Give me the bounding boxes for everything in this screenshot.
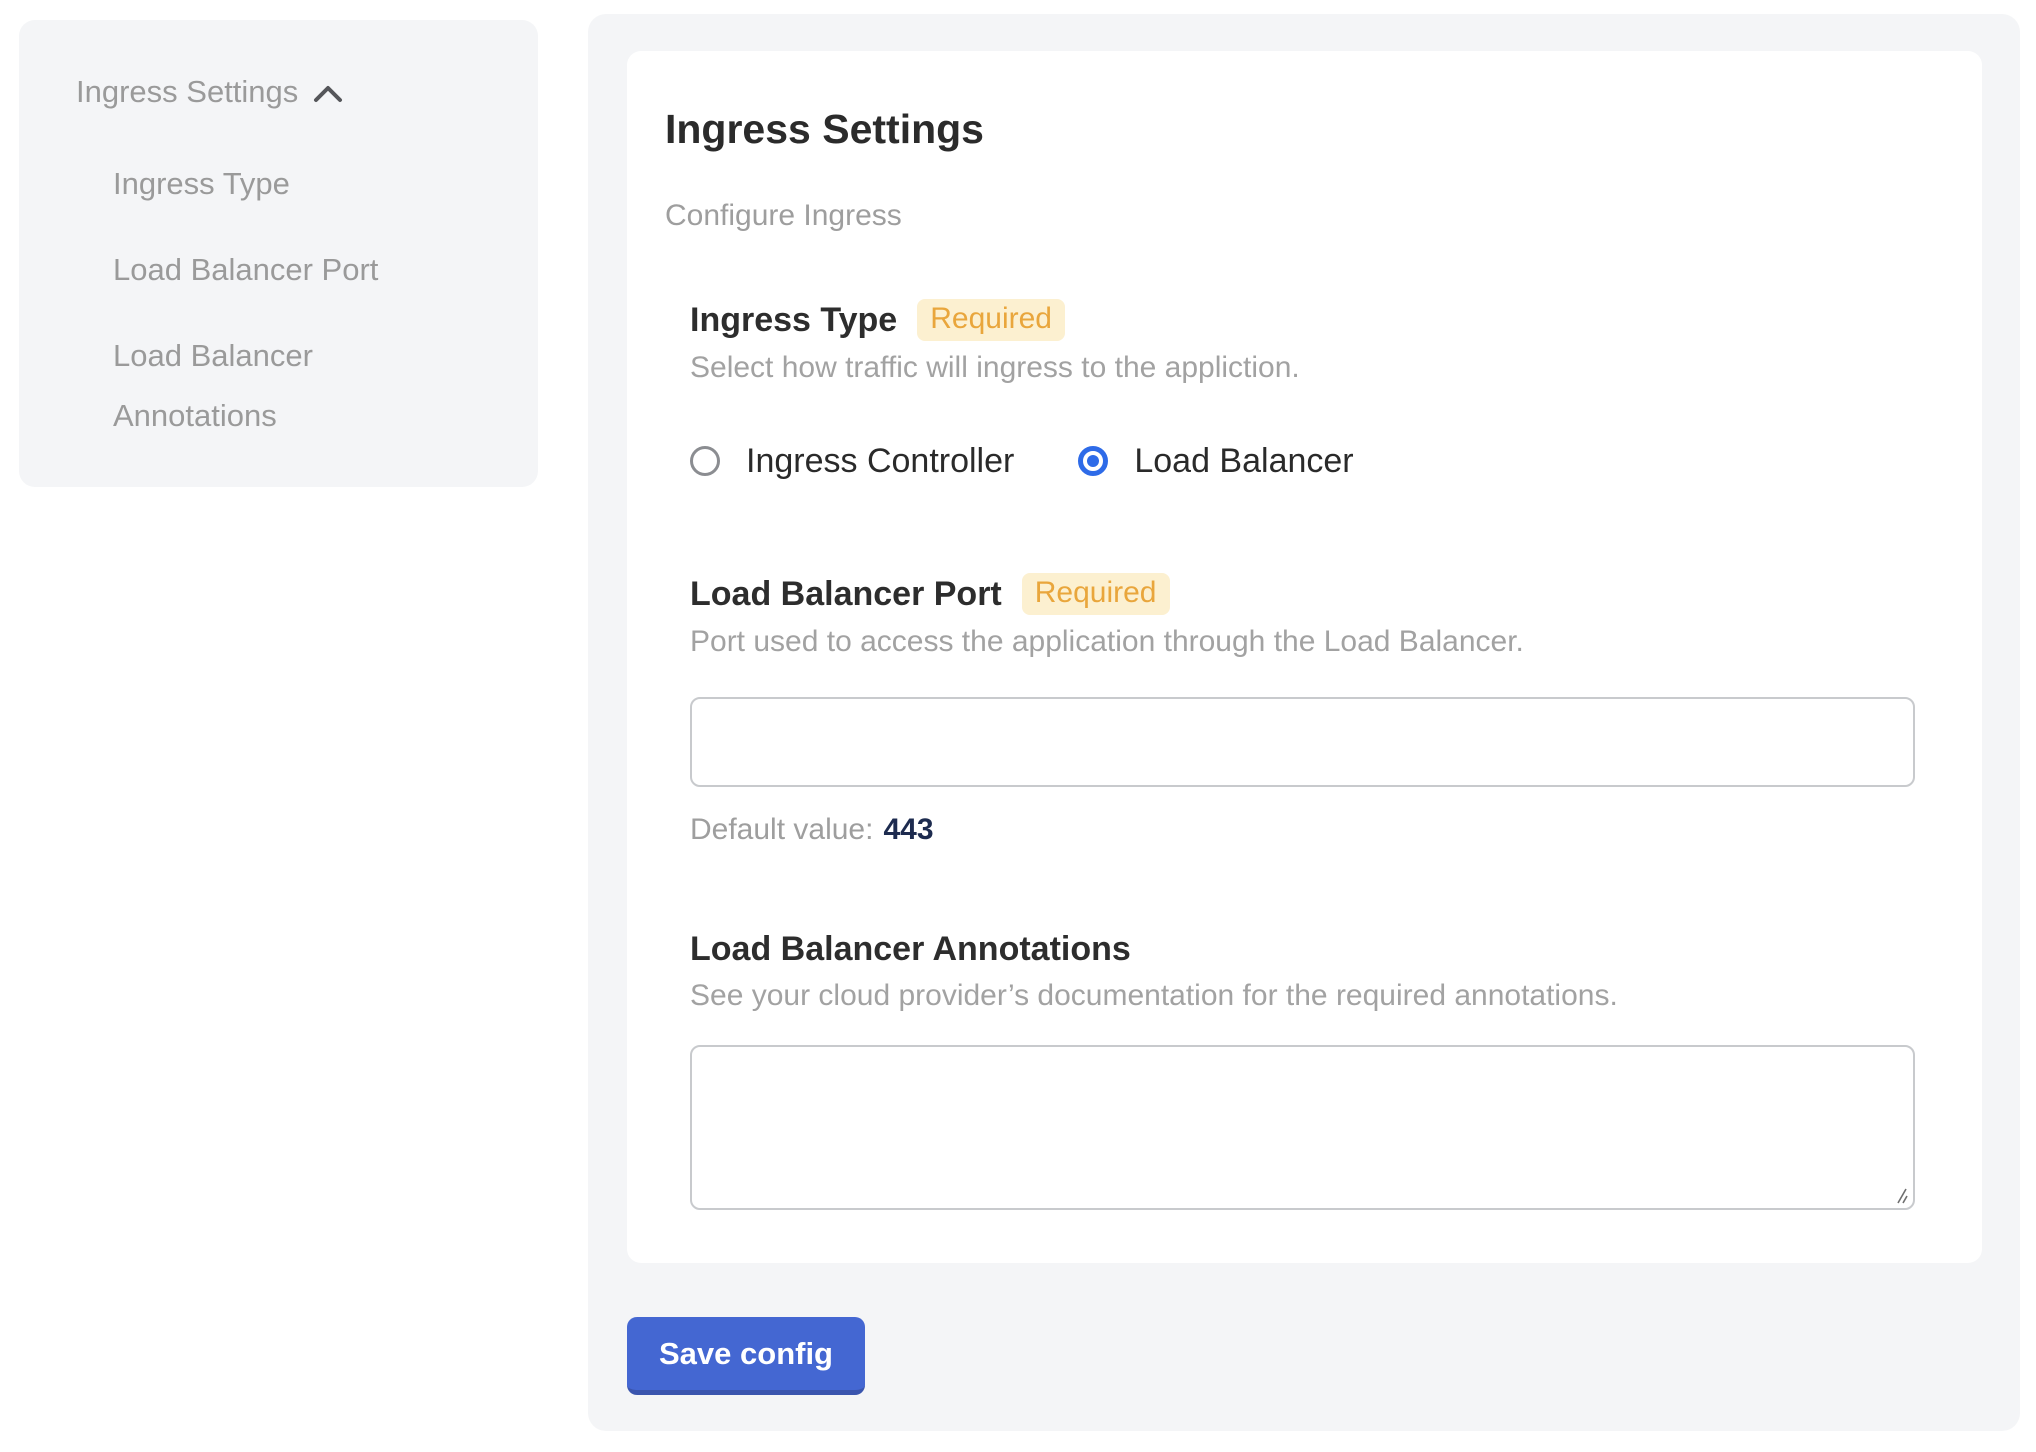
load-balancer-annotations-label-row: Load Balancer Annotations — [690, 929, 1922, 969]
radio-ingress-controller-label: Ingress Controller — [746, 441, 1014, 481]
sidebar-item-load-balancer-port[interactable]: Load Balancer Port — [113, 240, 453, 300]
sidebar-section-toggle[interactable]: Ingress Settings — [76, 72, 508, 112]
section-ingress-type: Ingress Type Required Select how traffic… — [690, 299, 1922, 481]
ingress-settings-card: Ingress Settings Configure Ingress Ingre… — [627, 51, 1982, 1263]
save-config-button[interactable]: Save config — [627, 1317, 865, 1395]
resize-handle-icon[interactable] — [1890, 1185, 1910, 1205]
required-badge: Required — [917, 299, 1065, 341]
ingress-type-description: Select how traffic will ingress to the a… — [690, 349, 1922, 387]
settings-nav-sidebar: Ingress Settings Ingress Type Load Balan… — [19, 20, 538, 487]
settings-main-panel: Ingress Settings Configure Ingress Ingre… — [588, 14, 2020, 1431]
sidebar-item-list: Ingress Type Load Balancer Port Load Bal… — [76, 154, 508, 446]
load-balancer-port-input[interactable] — [690, 697, 1915, 787]
sidebar-section-title: Ingress Settings — [76, 72, 298, 112]
page-title: Ingress Settings — [665, 105, 1922, 153]
sidebar-item-ingress-type[interactable]: Ingress Type — [113, 154, 453, 214]
load-balancer-port-description: Port used to access the application thro… — [690, 623, 1922, 661]
form-sections: Ingress Type Required Select how traffic… — [690, 299, 1922, 1210]
load-balancer-annotations-description: See your cloud provider’s documentation … — [690, 977, 1922, 1015]
section-load-balancer-port: Load Balancer Port Required Port used to… — [690, 573, 1922, 849]
ingress-type-label: Ingress Type — [690, 300, 897, 340]
chevron-up-icon — [313, 85, 343, 103]
load-balancer-port-label: Load Balancer Port — [690, 574, 1002, 614]
sidebar-item-load-balancer-annotations[interactable]: Load Balancer Annotations — [113, 326, 453, 446]
radio-load-balancer-label: Load Balancer — [1134, 441, 1353, 481]
radio-option-ingress-controller[interactable]: Ingress Controller — [690, 441, 1014, 481]
default-value-label: Default value: — [690, 813, 873, 846]
radio-load-balancer-icon[interactable] — [1078, 446, 1108, 476]
radio-ingress-controller-icon[interactable] — [690, 446, 720, 476]
load-balancer-annotations-label: Load Balancer Annotations — [690, 929, 1131, 969]
default-value-line: Default value: 443 — [690, 811, 1922, 849]
required-badge: Required — [1022, 573, 1170, 615]
default-value-number: 443 — [883, 813, 933, 846]
page-subtitle: Configure Ingress — [665, 197, 1922, 235]
load-balancer-annotations-field — [690, 1045, 1915, 1210]
section-load-balancer-annotations: Load Balancer Annotations See your cloud… — [690, 929, 1922, 1210]
load-balancer-port-label-row: Load Balancer Port Required — [690, 573, 1922, 615]
radio-option-load-balancer[interactable]: Load Balancer — [1078, 441, 1353, 481]
load-balancer-annotations-textarea[interactable] — [690, 1045, 1915, 1210]
ingress-type-label-row: Ingress Type Required — [690, 299, 1922, 341]
ingress-type-radio-group: Ingress Controller Load Balancer — [690, 441, 1922, 481]
